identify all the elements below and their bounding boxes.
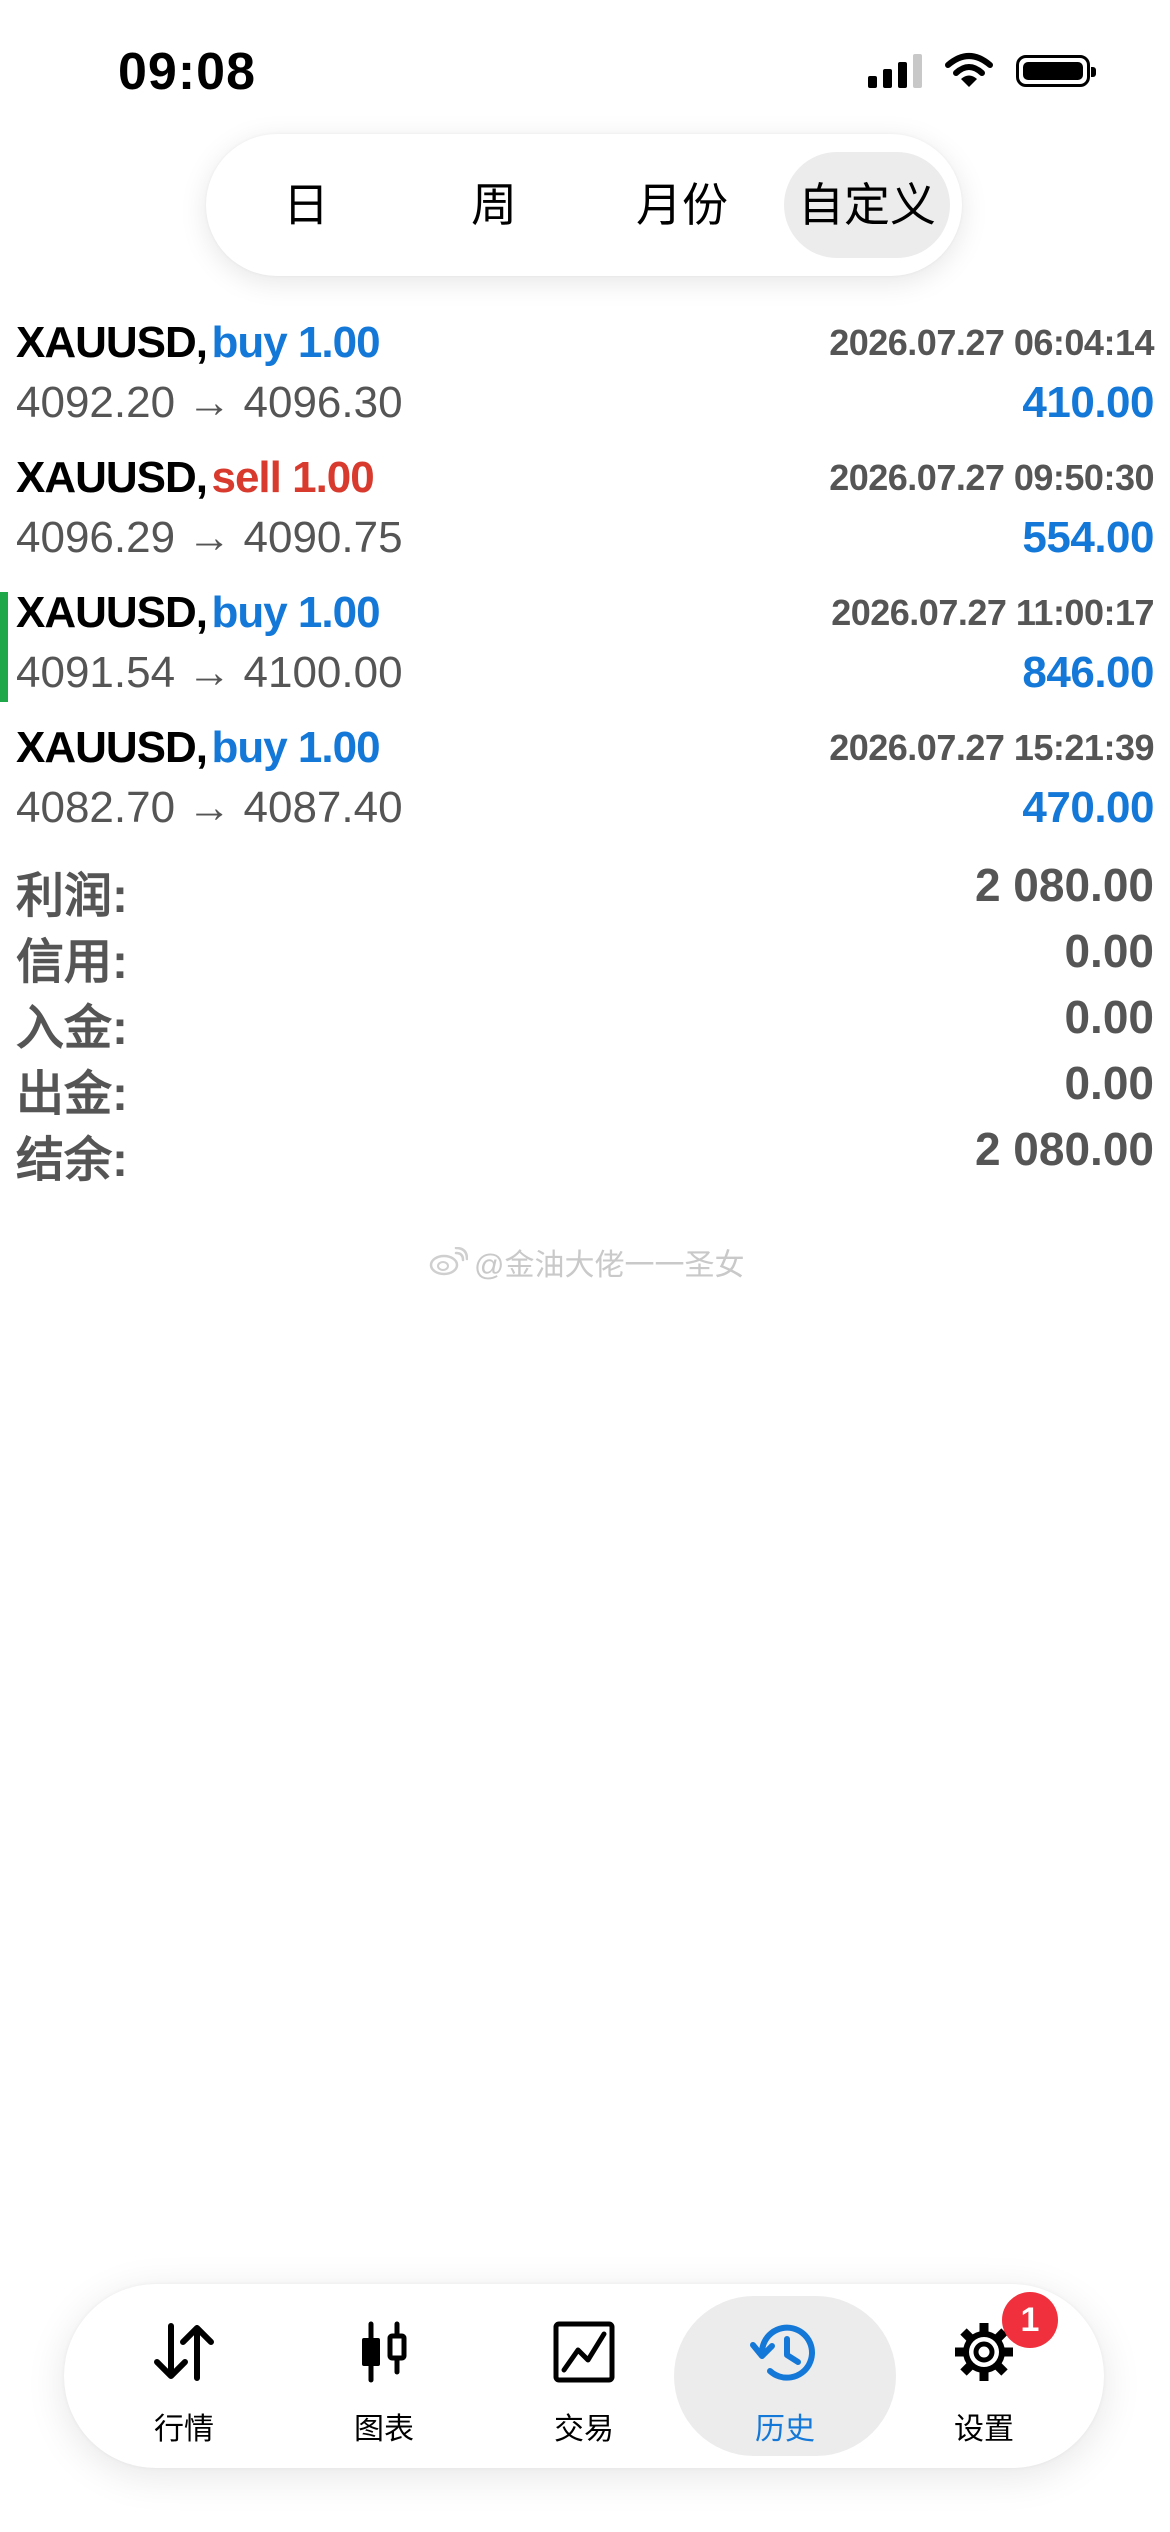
trade-time: 2026.07.27 06:04:14 <box>829 322 1154 363</box>
trade-history-list: XAUUSD, buy 1.00 2026.07.27 06:04:14 409… <box>0 304 1170 844</box>
trade-time: 2026.07.27 11:00:17 <box>831 592 1154 633</box>
bottom-tab-bar: 行情 图表 交易 历史 1 设置 <box>64 2284 1104 2468</box>
trade-row[interactable]: XAUUSD, buy 1.00 2026.07.27 15:21:39 408… <box>0 709 1170 844</box>
battery-icon <box>1016 55 1096 87</box>
history-clock-icon <box>750 2324 815 2381</box>
trade-profit: 846.00 <box>1022 648 1154 697</box>
notification-badge: 1 <box>1002 2292 1058 2348</box>
trade-symbol: XAUUSD, <box>16 318 208 367</box>
status-time: 09:08 <box>118 43 256 101</box>
tab-label: 行情 <box>154 2413 214 2446</box>
trade-direction: buy 1.00 <box>211 588 380 637</box>
summary-deposit-row: 入金: 0.00 <box>16 988 1154 1055</box>
summary-label: 信用: <box>16 936 128 989</box>
trade-direction: buy 1.00 <box>211 723 380 772</box>
summary-credit-row: 信用: 0.00 <box>16 922 1154 989</box>
summary-profit-row: 利润: 2 080.00 <box>16 856 1154 923</box>
trade-profit: 410.00 <box>1022 378 1154 427</box>
period-selector: 日 周 月份 自定义 <box>206 134 962 276</box>
tab-label: 图表 <box>354 2413 414 2446</box>
cellular-signal-icon <box>868 54 922 88</box>
trade-prices: 4092.20 → 4096.30 <box>16 378 403 427</box>
tab-label: 历史 <box>755 2413 815 2446</box>
trade-direction: buy 1.00 <box>211 318 380 367</box>
summary-value: 0.00 <box>1064 925 1154 977</box>
watermark: @金油大佬一一圣女 <box>428 1240 744 1284</box>
status-bar: 09:08 <box>0 0 1170 140</box>
summary-label: 利润: <box>16 870 128 923</box>
trade-direction: sell 1.00 <box>211 453 374 502</box>
summary-value: 0.00 <box>1064 1057 1154 1109</box>
selection-indicator <box>0 592 8 702</box>
trade-prices: 4082.70 → 4087.40 <box>16 783 403 832</box>
tab-history[interactable]: 历史 <box>674 2296 896 2456</box>
summary-withdrawal-row: 出金: 0.00 <box>16 1054 1154 1121</box>
period-tab-week[interactable]: 周 <box>406 152 582 258</box>
tab-chart[interactable]: 图表 <box>284 2296 484 2456</box>
trade-time: 2026.07.27 15:21:39 <box>829 727 1154 768</box>
period-tab-day[interactable]: 日 <box>218 152 394 258</box>
trade-prices: 4096.29 → 4090.75 <box>16 513 403 562</box>
weibo-icon <box>429 1247 468 1276</box>
trade-row[interactable]: XAUUSD, sell 1.00 2026.07.27 09:50:30 40… <box>0 439 1170 574</box>
trade-profit: 554.00 <box>1022 513 1154 562</box>
tab-label: 设置 <box>954 2413 1014 2446</box>
summary-balance-row: 结余: 2 080.00 <box>16 1120 1154 1187</box>
summary-label: 入金: <box>16 1002 128 1055</box>
trade-chart-icon <box>553 2321 615 2383</box>
trade-profit: 470.00 <box>1022 783 1154 832</box>
tab-label: 交易 <box>554 2413 614 2446</box>
trade-symbol: XAUUSD, <box>16 588 208 637</box>
trade-row[interactable]: XAUUSD, buy 1.00 2026.07.27 11:00:17 409… <box>0 574 1170 709</box>
summary-label: 出金: <box>16 1068 128 1121</box>
tab-quotes[interactable]: 行情 <box>84 2296 284 2456</box>
trade-prices: 4091.54 → 4100.00 <box>16 648 403 697</box>
tab-settings[interactable]: 1 设置 <box>884 2292 1084 2456</box>
trade-symbol: XAUUSD, <box>16 453 208 502</box>
summary-value: 0.00 <box>1064 991 1154 1043</box>
account-summary: 利润: 2 080.00 信用: 0.00 入金: 0.00 出金: 0.00 … <box>16 856 1154 1187</box>
watermark-text: @金油大佬一一圣女 <box>474 1249 745 1282</box>
trade-symbol: XAUUSD, <box>16 723 208 772</box>
quotes-arrows-icon <box>154 2323 214 2381</box>
wifi-icon <box>945 53 993 87</box>
period-tab-month[interactable]: 月份 <box>594 152 770 258</box>
trade-row[interactable]: XAUUSD, buy 1.00 2026.07.27 06:04:14 409… <box>0 304 1170 439</box>
tab-trade[interactable]: 交易 <box>484 2296 684 2456</box>
trade-time: 2026.07.27 09:50:30 <box>829 457 1154 498</box>
summary-label: 结余: <box>16 1134 128 1187</box>
candlestick-chart-icon <box>362 2321 407 2383</box>
summary-value: 2 080.00 <box>974 1123 1154 1175</box>
period-tab-custom[interactable]: 自定义 <box>784 152 950 258</box>
summary-value: 2 080.00 <box>974 859 1154 911</box>
status-icons <box>868 52 1096 90</box>
